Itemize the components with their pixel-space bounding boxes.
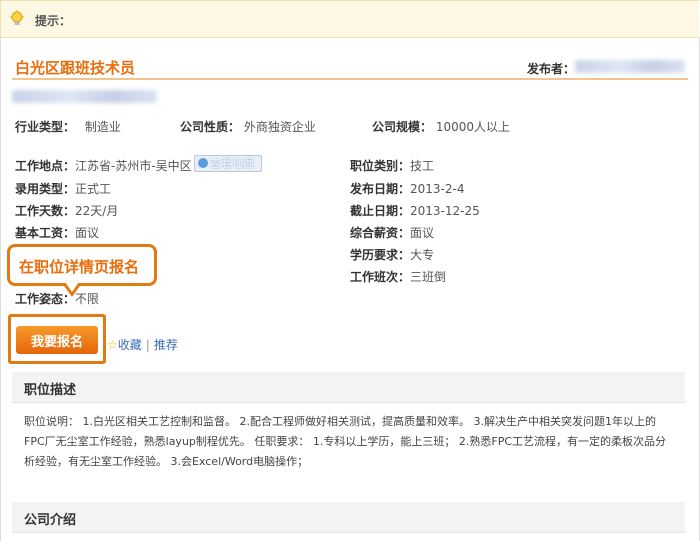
company-nature-value: 外商独资企业: [243, 120, 316, 134]
total-salary-value: 面议: [410, 226, 435, 240]
publisher-redacted: [575, 60, 685, 73]
action-links: ☆收藏 | 推荐: [107, 336, 178, 353]
lightbulb-icon: [10, 10, 24, 25]
company-nature-label: 公司性质：: [180, 120, 241, 134]
employment-type-label: 录用类型：: [15, 182, 76, 196]
deadline-field: 截止日期：2013-12-25: [350, 202, 480, 219]
view-map-button[interactable]: 查看地图: [194, 155, 262, 172]
employment-type-field: 录用类型：正式工: [15, 180, 111, 197]
location-value: 江苏省-苏州市-吴中区: [75, 159, 192, 173]
callout-text: 在职位详情页报名: [19, 258, 140, 276]
base-salary-label: 基本工资：: [15, 226, 76, 240]
publish-date-label: 发布日期：: [350, 182, 411, 196]
shift-field: 工作班次：三班倒: [350, 268, 446, 285]
deadline-label: 截止日期：: [350, 204, 411, 218]
company-section-header: 公司介绍: [12, 502, 685, 533]
total-salary-label: 综合薪资：: [350, 226, 411, 240]
description-title: 职位描述: [24, 383, 77, 398]
industry-label: 行业类型：: [15, 120, 76, 134]
job-title[interactable]: 白光区跟班技术员: [15, 57, 135, 78]
view-map-label: 查看地图: [210, 157, 254, 170]
work-status-field: 工作姿态：不限: [15, 290, 99, 307]
publish-date-field: 发布日期：2013-2-4: [350, 180, 464, 197]
base-salary-value: 面议: [75, 226, 100, 240]
location-field: 工作地点：江苏省-苏州市-吴中区: [15, 157, 192, 174]
company-size-field: 公司规模： 10000人以上: [372, 118, 510, 135]
education-label: 学历要求：: [350, 248, 411, 262]
education-field: 学历要求：大专: [350, 246, 434, 263]
industry-field: 行业类型： 制造业: [15, 118, 121, 135]
education-value: 大专: [410, 248, 435, 262]
company-size-value: 10000人以上: [435, 120, 511, 134]
star-icon: ☆: [107, 338, 118, 352]
map-pin-icon: [198, 158, 208, 168]
title-divider: [12, 78, 688, 80]
apply-callout: 在职位详情页报名: [7, 244, 157, 286]
deadline-value: 2013-12-25: [410, 204, 480, 218]
work-days-value: 22天/月: [75, 204, 119, 218]
recommend-link[interactable]: 推荐: [154, 338, 178, 352]
tip-bar: 提示：: [0, 0, 699, 38]
company-size-label: 公司规模：: [372, 120, 433, 134]
shift-value: 三班倒: [410, 270, 447, 284]
total-salary-field: 综合薪资：面议: [350, 224, 434, 241]
tip-label: 提示：: [35, 14, 72, 28]
employment-type-value: 正式工: [75, 182, 112, 196]
category-label: 职位类别：: [350, 159, 411, 173]
category-value: 技工: [410, 159, 435, 173]
work-days-field: 工作天数：22天/月: [15, 202, 118, 219]
favorite-link[interactable]: 收藏: [118, 338, 142, 352]
company-nature-field: 公司性质： 外商独资企业: [180, 118, 316, 135]
company-name-redacted: [12, 90, 157, 103]
publisher-label: 发布者：: [527, 62, 576, 76]
work-days-label: 工作天数：: [15, 204, 76, 218]
description-text: 职位说明： 1.白光区相关工艺控制和监督。 2.配合工程师做好相关测试，提高质量…: [24, 415, 667, 468]
shift-label: 工作班次：: [350, 270, 411, 284]
apply-button[interactable]: 我要报名: [16, 326, 98, 354]
industry-value: 制造业: [84, 120, 121, 134]
base-salary-field: 基本工资：面议: [15, 224, 99, 241]
location-label: 工作地点：: [15, 159, 76, 173]
publish-date-value: 2013-2-4: [410, 182, 465, 196]
callout-pointer-inner: [65, 282, 79, 292]
category-field: 职位类别：技工: [350, 157, 434, 174]
description-section-header: 职位描述: [12, 372, 685, 403]
action-separator: |: [145, 338, 150, 352]
company-title: 公司介绍: [24, 513, 77, 528]
